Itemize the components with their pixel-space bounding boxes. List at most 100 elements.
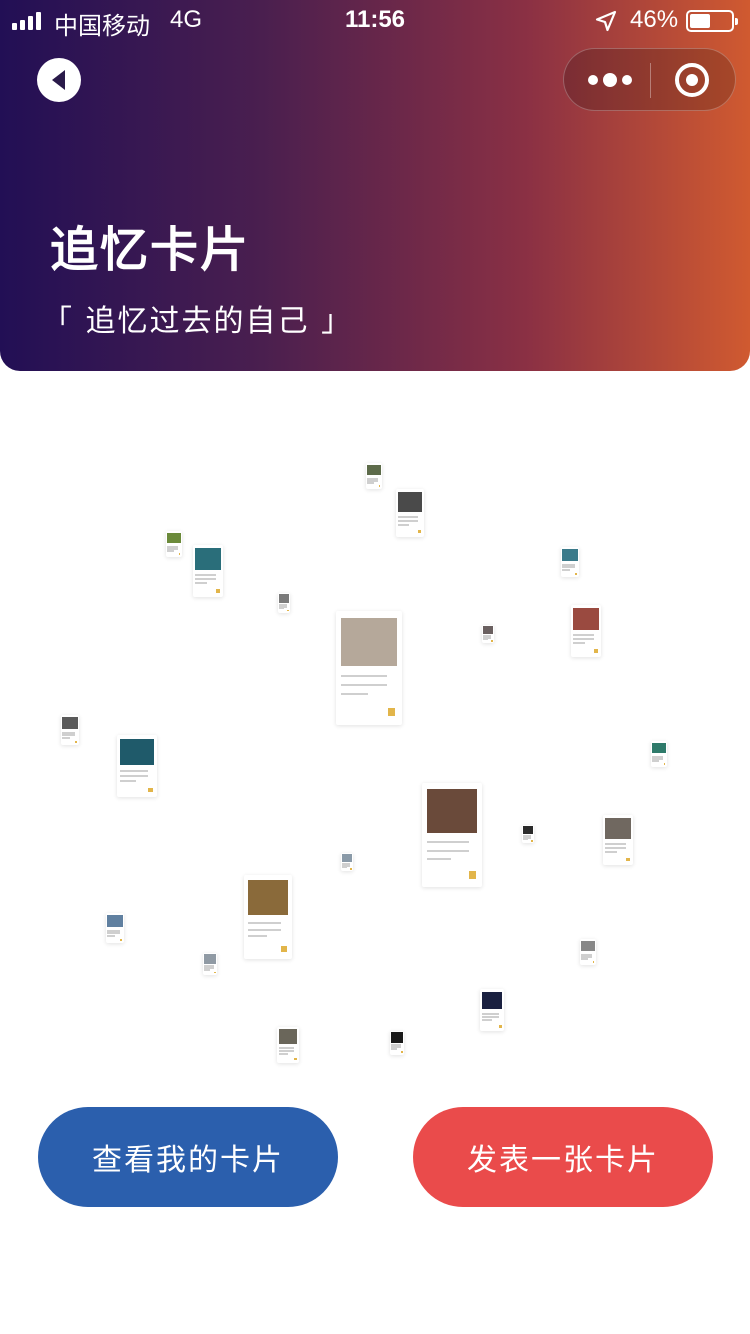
card-text-line [426, 857, 451, 860]
card-photo [341, 617, 397, 666]
card-photo [367, 464, 381, 476]
card-photo [391, 1032, 403, 1043]
card-stamp [213, 971, 216, 974]
card-text-line [367, 481, 374, 484]
card-text-line [391, 1048, 397, 1051]
card-text-line [341, 683, 388, 686]
memory-card-thumbnail[interactable] [278, 593, 290, 613]
card-text-line [482, 637, 488, 640]
card-photo [426, 789, 478, 833]
card-text-line [581, 957, 588, 960]
card-stamp [663, 763, 666, 765]
header-banner: 中国移动 4G 11:56 46% 追忆卡片 「 追忆过去的自己 」 [0, 0, 750, 371]
more-dots-icon[interactable] [588, 73, 632, 87]
card-text-line [120, 774, 149, 777]
card-stamp [498, 1024, 502, 1028]
memory-card-thumbnail[interactable] [193, 545, 223, 597]
card-stamp [594, 649, 598, 653]
card-stamp [148, 787, 153, 793]
card-text-line [562, 568, 570, 571]
card-photo [204, 954, 216, 964]
card-stamp [75, 740, 78, 743]
card-photo [562, 548, 578, 562]
card-text-line [107, 934, 115, 937]
memory-card-thumbnail[interactable] [422, 783, 482, 887]
card-photo [195, 548, 221, 570]
card-stamp [120, 938, 123, 941]
target-circle-icon[interactable] [675, 63, 709, 97]
card-stamp [378, 485, 381, 487]
card-text-line [341, 674, 388, 677]
post-card-button[interactable]: 发表一张卡片 [413, 1107, 713, 1207]
card-text-line [605, 851, 618, 853]
memory-card-thumbnail[interactable] [61, 715, 79, 745]
memory-card-thumbnail[interactable] [561, 547, 579, 577]
card-cloud [0, 371, 750, 1091]
memory-card-thumbnail[interactable] [480, 989, 504, 1031]
card-photo [573, 608, 599, 630]
card-stamp [178, 553, 181, 555]
battery-percent: 46% [630, 6, 679, 33]
page-subtitle: 「 追忆过去的自己 」 [42, 304, 354, 339]
card-text-line [573, 634, 595, 637]
card-text-line [398, 523, 410, 526]
card-text-line [398, 515, 418, 518]
memory-card-thumbnail[interactable] [603, 815, 633, 865]
card-text-line [605, 843, 627, 845]
card-text-line [167, 549, 174, 552]
memory-card-thumbnail[interactable] [106, 913, 124, 943]
card-photo [482, 626, 494, 634]
card-stamp [350, 868, 352, 870]
card-text-line [341, 693, 368, 696]
card-text-line [195, 574, 217, 577]
memory-card-thumbnail[interactable] [117, 735, 157, 797]
memory-card-thumbnail[interactable] [482, 625, 494, 643]
card-text-line [278, 1052, 288, 1055]
card-stamp [281, 946, 288, 953]
card-text-line [120, 769, 149, 772]
location-icon [595, 10, 617, 32]
capsule-divider [650, 63, 651, 98]
memory-card-thumbnail[interactable] [166, 531, 182, 557]
card-text-line [398, 519, 418, 522]
card-stamp [387, 707, 396, 716]
card-stamp [216, 589, 220, 593]
card-text-line [195, 578, 217, 581]
card-stamp [626, 857, 630, 861]
card-photo [278, 594, 290, 603]
card-photo [167, 532, 181, 544]
card-text-line [573, 642, 586, 645]
card-text-line [247, 928, 282, 931]
card-photo [581, 940, 595, 952]
memory-card-thumbnail[interactable] [571, 605, 601, 657]
card-text-line [481, 1015, 499, 1018]
memory-card-thumbnail[interactable] [244, 875, 292, 959]
miniprogram-capsule [563, 48, 736, 111]
memory-card-thumbnail[interactable] [390, 1031, 404, 1055]
card-text-line [652, 759, 659, 762]
card-stamp [417, 529, 422, 534]
card-photo [62, 716, 78, 730]
card-text-line [278, 1050, 295, 1053]
back-button[interactable] [37, 58, 81, 102]
card-text-line [481, 1012, 499, 1015]
card-stamp [575, 572, 578, 575]
memory-card-thumbnail[interactable] [580, 939, 596, 965]
memory-card-thumbnail[interactable] [651, 741, 667, 767]
memory-card-thumbnail[interactable] [396, 489, 424, 537]
card-text-line [481, 1019, 492, 1022]
card-photo [522, 826, 534, 834]
card-text-line [426, 849, 469, 852]
card-text-line [247, 922, 282, 925]
memory-card-thumbnail[interactable] [522, 825, 534, 843]
card-text-line [278, 1047, 295, 1050]
card-text-line [426, 841, 469, 844]
memory-card-thumbnail[interactable] [366, 463, 382, 489]
view-my-cards-button[interactable]: 查看我的卡片 [38, 1107, 338, 1207]
card-stamp [287, 610, 289, 612]
memory-card-thumbnail[interactable] [277, 1027, 299, 1063]
memory-card-thumbnail[interactable] [336, 611, 402, 725]
memory-card-thumbnail[interactable] [341, 853, 353, 871]
memory-card-thumbnail[interactable] [203, 953, 217, 975]
card-photo [247, 880, 289, 916]
